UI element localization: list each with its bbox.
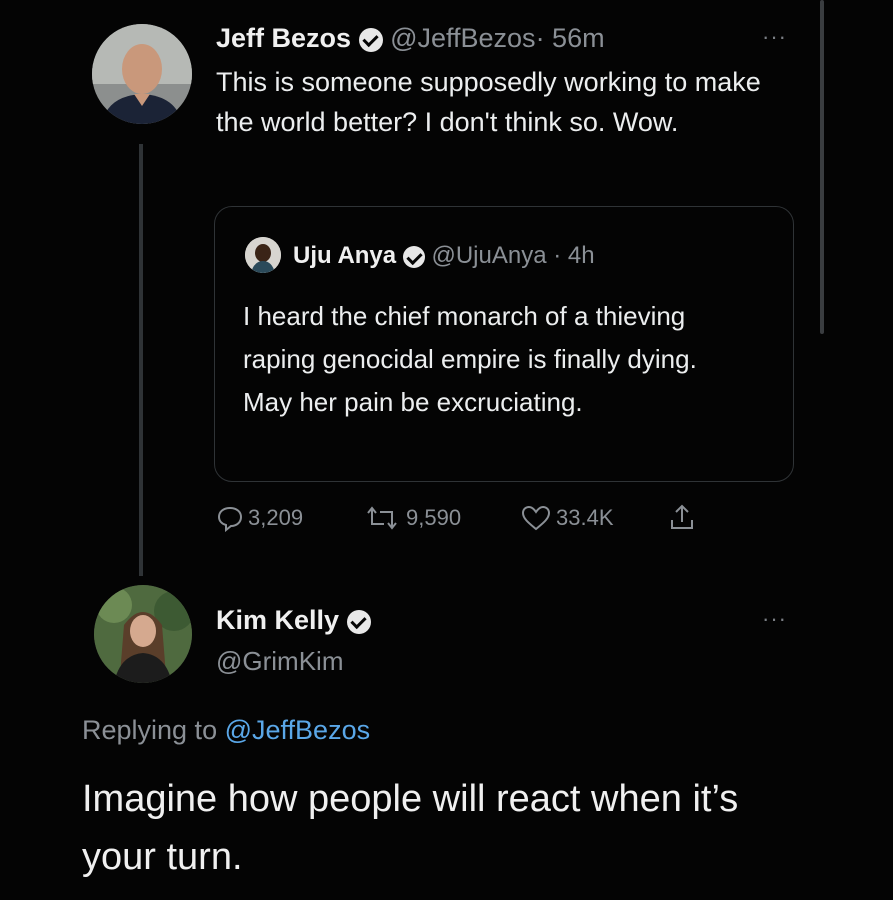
- like-icon: [521, 505, 551, 531]
- kim-kelly-avatar[interactable]: [94, 585, 192, 683]
- author-handle[interactable]: @GrimKim: [216, 646, 344, 676]
- thread-line: [139, 144, 143, 576]
- quoted-verified-icon: [402, 245, 425, 268]
- more-options-icon[interactable]: ···: [762, 606, 787, 632]
- retweet-button[interactable]: 9,590: [362, 504, 461, 532]
- avatar-image: [92, 24, 192, 124]
- reply-count: 3,209: [248, 505, 304, 530]
- quoted-tweet-time[interactable]: · 4h: [553, 242, 594, 269]
- more-options-icon[interactable]: ···: [762, 24, 787, 50]
- quoted-avatar-image: [245, 237, 281, 273]
- verified-icon: [358, 27, 383, 52]
- jeff-bezos-avatar[interactable]: [92, 24, 192, 124]
- verified-icon: [346, 609, 371, 634]
- scrollbar[interactable]: [820, 0, 824, 334]
- quoted-author-handle[interactable]: @UjuAnya: [431, 242, 546, 269]
- reply-icon: [217, 506, 243, 532]
- like-button[interactable]: 33.4K: [520, 504, 614, 532]
- share-button[interactable]: [668, 502, 700, 532]
- avatar-image: [94, 585, 192, 683]
- tweet-text: This is someone supposedly working to ma…: [216, 67, 761, 137]
- quoted-author-name[interactable]: Uju Anya: [293, 242, 396, 269]
- reply-text: Imagine how people will react when it’s …: [82, 778, 739, 878]
- replying-to-handle[interactable]: @JeffBezos: [225, 715, 370, 745]
- author-name[interactable]: Jeff Bezos: [216, 23, 351, 53]
- replying-to-label: Replying to: [82, 715, 218, 745]
- retweet-icon: [367, 506, 397, 530]
- quoted-tweet-card[interactable]: Uju Anya @UjuAnya · 4h I heard the chief…: [214, 206, 794, 482]
- tweet-header: Jeff Bezos @JeffBezos· 56m: [216, 22, 605, 54]
- author-handle[interactable]: @JeffBezos: [390, 23, 535, 53]
- uju-anya-avatar[interactable]: [245, 237, 281, 273]
- share-icon: [671, 504, 693, 529]
- tweet2-header: Kim Kelly: [216, 604, 371, 636]
- tweet-time[interactable]: · 56m: [536, 23, 605, 53]
- replying-to: Replying to @JeffBezos: [82, 714, 370, 746]
- like-count: 33.4K: [556, 505, 614, 530]
- quoted-header: Uju Anya @UjuAnya · 4h: [293, 241, 595, 271]
- reply-button[interactable]: 3,209: [216, 504, 303, 532]
- retweet-count: 9,590: [406, 505, 462, 530]
- author-name[interactable]: Kim Kelly: [216, 605, 339, 635]
- quoted-tweet-text: I heard the chief monarch of a thieving …: [243, 301, 697, 417]
